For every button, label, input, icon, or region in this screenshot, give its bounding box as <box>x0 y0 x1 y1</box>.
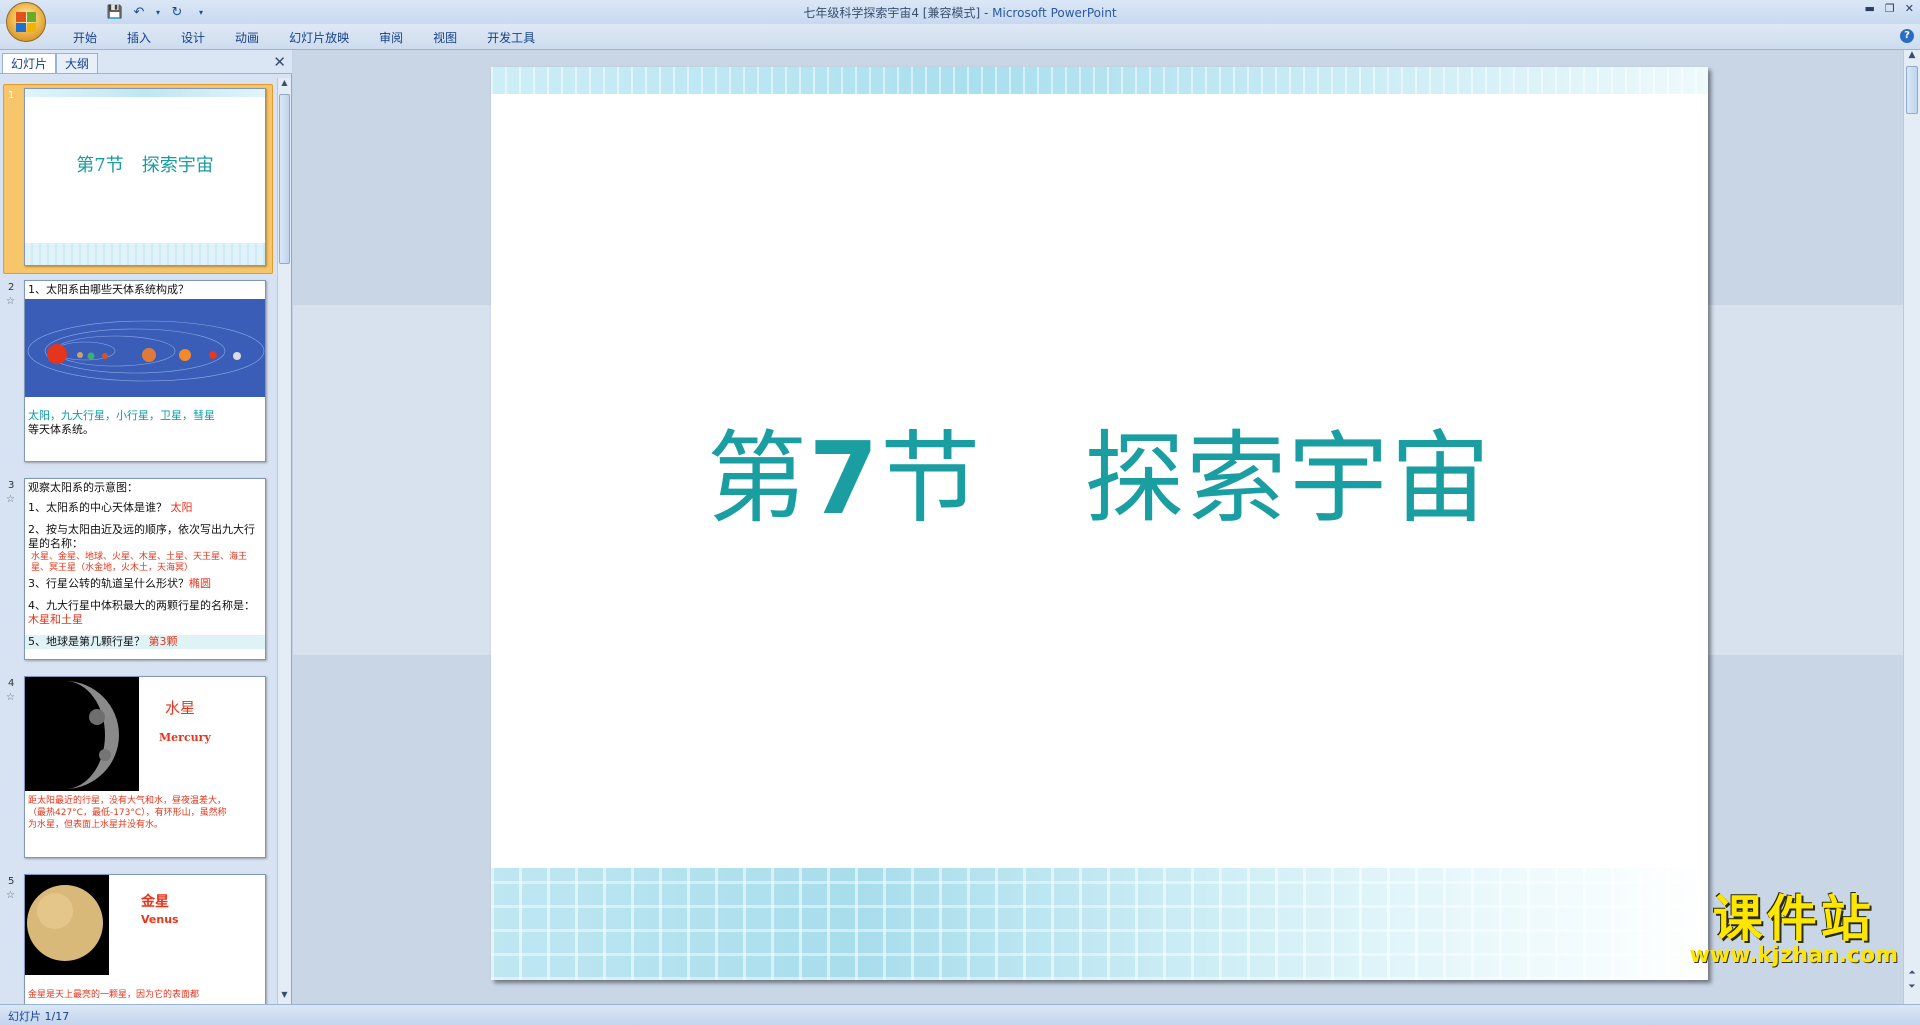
thumbnail-heading: 观察太阳系的示意图： <box>28 481 138 494</box>
close-icon[interactable]: ✕ <box>1905 2 1914 15</box>
scrollbar-thumb[interactable] <box>279 94 290 264</box>
thumbnail-answer: 太阳，九大行星，小行星，卫星，彗星 <box>28 409 215 422</box>
window-title: 七年级科学探索宇宙4 [兼容模式] - Microsoft PowerPoint <box>0 4 1920 21</box>
ribbon-tabs: 开始 插入 设计 动画 幻灯片放映 审阅 视图 开发工具 <box>58 29 550 47</box>
close-pane-icon[interactable]: ✕ <box>273 53 286 71</box>
mercury-image <box>25 677 139 791</box>
title-bar: 💾 ↶ ▾ ↻ ▾ 七年级科学探索宇宙4 [兼容模式] - Microsoft … <box>0 0 1920 42</box>
watermark: 课件站 www.kjzhan.com <box>1689 891 1898 968</box>
animation-star-icon: ☆ <box>6 296 15 307</box>
thumbnail-title: 第7节 探索宇宙 <box>76 155 214 176</box>
venus-image <box>25 875 109 975</box>
scroll-up-icon[interactable]: ▲ <box>278 78 291 92</box>
tab-outline[interactable]: 大纲 <box>56 53 99 73</box>
q5-text: 5、地球是第几颗行星？ <box>28 635 145 648</box>
app-name: Microsoft PowerPoint <box>992 6 1117 20</box>
a3-text: 椭圆 <box>189 577 211 590</box>
slide-number: 3 <box>8 480 15 491</box>
next-slide-icon[interactable]: ⏷ <box>1904 982 1920 992</box>
tab-home[interactable]: 开始 <box>58 29 112 47</box>
office-button[interactable] <box>6 2 46 42</box>
status-bar: 幻灯片 1/17 <box>0 1004 1920 1025</box>
title-part-1: 第 <box>706 420 809 537</box>
thumbnail-canvas: 第7节 探索宇宙 <box>24 88 266 266</box>
watermark-logo-text: 课件站 <box>1712 890 1875 948</box>
planet-name-en: Mercury <box>159 731 211 744</box>
tab-slideshow[interactable]: 幻灯片放映 <box>274 29 364 47</box>
animation-star-icon: ☆ <box>6 890 15 901</box>
editor-scrollbar[interactable]: ▲ ⏶ ⏷ <box>1903 50 1920 1004</box>
planet-description: 金星是天上最亮的一颗星，因为它的表面都 <box>28 990 200 1000</box>
slide-number: 4 <box>8 678 15 689</box>
slide-thumbnail-5[interactable]: 5 ☆ 金星 Venus 金星是天上最亮的一颗星，因为它的表面都 <box>0 874 276 1004</box>
thumbnails-scrollbar[interactable]: ▲ ▼ <box>277 78 291 1004</box>
thumbnail-canvas: 水星 Mercury 距太阳最近的行星，没有大气和水，昼夜温差大，（最热427°… <box>24 676 266 858</box>
current-slide[interactable]: 第7节 探索宇宙 <box>491 67 1708 980</box>
tab-slides[interactable]: 幻灯片 <box>2 53 57 73</box>
slide-number: 2 <box>8 282 15 293</box>
slides-pane: 幻灯片 大纲 ✕ 1 第7节 探索宇宙 2 ☆ 1、太阳系由哪些天体系统构成？ <box>0 50 292 1004</box>
title-part-2: 节 探索宇宙 <box>880 420 1493 537</box>
thumbnail-q2: 2、按与太阳由近及远的顺序，依次写出九大行星的名称： <box>28 523 255 550</box>
thumbnail-canvas: 1、太阳系由哪些天体系统构成？ 太阳，九大行星，小行星，卫星，彗星 等天体系统。 <box>24 280 266 462</box>
q3-text: 3、行星公转的轨道呈什么形状？ <box>28 577 189 590</box>
document-title: 七年级科学探索宇宙4 [兼容模式] - <box>803 6 993 20</box>
planet-name-en: Venus <box>141 913 179 926</box>
slide-title[interactable]: 第7节 探索宇宙 <box>491 397 1708 542</box>
window-controls: ▬ ❐ ✕ <box>1865 2 1915 15</box>
planet-description: 距太阳最近的行星，没有大气和水，昼夜温差大，（最热427°C，最低-173°C）… <box>28 796 227 830</box>
ribbon: 开始 插入 设计 动画 幻灯片放映 审阅 视图 开发工具 ? <box>0 24 1920 50</box>
previous-slide-icon[interactable]: ⏶ <box>1904 968 1920 978</box>
animation-star-icon: ☆ <box>6 692 15 703</box>
animation-star-icon: ☆ <box>6 494 15 505</box>
thumbnail-q4: 4、九大行星中体积最大的两颗行星的名称是： 木星和土星 <box>28 599 262 627</box>
scroll-down-icon[interactable]: ▼ <box>278 990 291 1004</box>
decor-band <box>25 243 265 265</box>
tab-review[interactable]: 审阅 <box>364 29 418 47</box>
q1-text: 1、太阳系的中心天体是谁？ <box>28 501 167 514</box>
title-number: 7 <box>808 420 881 537</box>
thumbnail-q1: 1、太阳系的中心天体是谁？ 太阳 <box>28 501 193 515</box>
slide-thumbnail-4[interactable]: 4 ☆ 水星 Mercury 距太阳最近的行星，没有大气和水，昼夜温差大，（最热… <box>0 676 276 866</box>
watermark-url: www.kjzhan.com <box>1689 943 1898 968</box>
slide-thumbnail-3[interactable]: 3 ☆ 观察太阳系的示意图： 1、太阳系的中心天体是谁？ 太阳 2、按与太阳由近… <box>0 478 276 668</box>
scrollbar-thumb[interactable] <box>1906 66 1918 114</box>
pane-tabs: 幻灯片 大纲 ✕ <box>0 50 292 74</box>
a1-text: 太阳 <box>170 501 193 514</box>
slide-bottom-decoration <box>491 868 1708 980</box>
thumbnail-canvas: 观察太阳系的示意图： 1、太阳系的中心天体是谁？ 太阳 2、按与太阳由近及远的顺… <box>24 478 266 660</box>
thumbnail-q3: 3、行星公转的轨道呈什么形状？椭圆 <box>28 577 211 591</box>
slide-editor: 第7节 探索宇宙 ▲ ⏶ ⏷ 课件站 www.kjzhan.com <box>293 50 1920 1004</box>
minimize-icon[interactable]: ▬ <box>1865 2 1875 15</box>
thumbnail-canvas: 金星 Venus 金星是天上最亮的一颗星，因为它的表面都 <box>24 874 266 1004</box>
tab-design[interactable]: 设计 <box>166 29 220 47</box>
q4-text: 4、九大行星中体积最大的两颗行星的名称是： <box>28 599 250 612</box>
slide-thumbnail-1[interactable]: 1 第7节 探索宇宙 <box>0 84 276 278</box>
a4-text: 木星和土星 <box>28 613 83 626</box>
restore-icon[interactable]: ❐ <box>1885 2 1895 15</box>
tab-insert[interactable]: 插入 <box>112 29 166 47</box>
thumbnail-a2: 水星、金星、地球、火星、木星、土星、天王星、海王星、冥王星（水金地，火木土，天海… <box>31 552 248 573</box>
tab-view[interactable]: 视图 <box>418 29 472 47</box>
planet-name-cn: 金星 <box>141 894 169 910</box>
decor-band <box>25 89 265 97</box>
slide-top-decoration <box>491 67 1708 94</box>
solar-system-image <box>25 299 265 397</box>
slide-number: 1 <box>8 90 15 101</box>
slide-thumbnail-2[interactable]: 2 ☆ 1、太阳系由哪些天体系统构成？ 太阳，九大行星，小行星，卫星，彗星 等天… <box>0 280 276 470</box>
tab-developer[interactable]: 开发工具 <box>472 29 550 47</box>
a5-text: 第3颗 <box>148 635 178 648</box>
slide-number: 5 <box>8 876 15 887</box>
scroll-up-icon[interactable]: ▲ <box>1904 50 1920 60</box>
thumbnail-q5: 5、地球是第几颗行星？ 第3颗 <box>25 635 265 649</box>
office-logo-icon <box>16 12 36 32</box>
thumbnail-question: 1、太阳系由哪些天体系统构成？ <box>28 283 189 296</box>
slide-counter: 幻灯片 1/17 <box>8 1010 70 1023</box>
thumbnail-answer-cont: 等天体系统。 <box>28 423 94 436</box>
tab-animations[interactable]: 动画 <box>220 29 274 47</box>
help-icon[interactable]: ? <box>1900 29 1914 43</box>
planet-name-cn: 水星 <box>165 699 196 717</box>
slide-thumbnails: 1 第7节 探索宇宙 2 ☆ 1、太阳系由哪些天体系统构成？ 太阳，九大行星，小… <box>0 78 276 1004</box>
